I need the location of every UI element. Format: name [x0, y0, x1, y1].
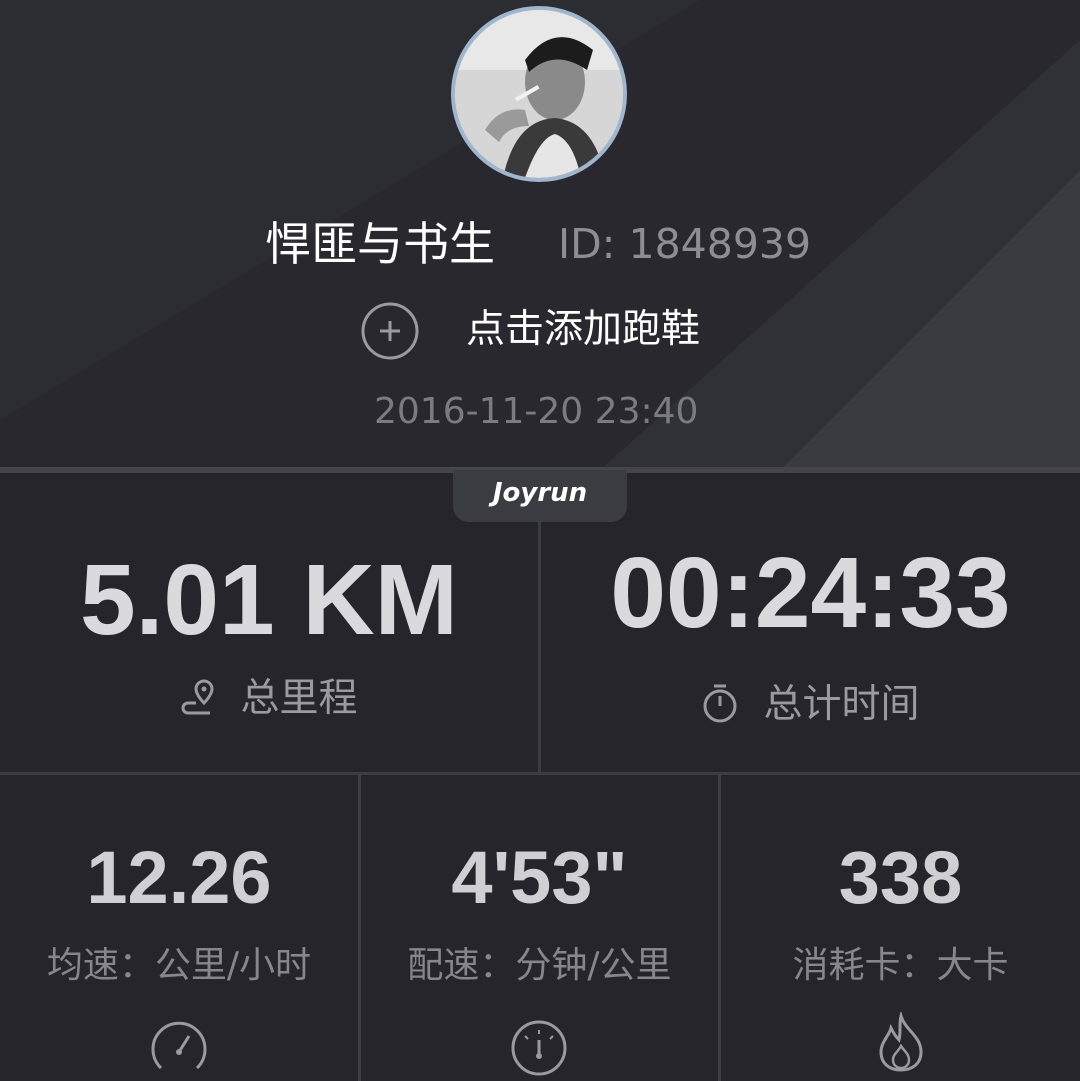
user-id: ID: 1848939 — [558, 220, 812, 268]
distance-label-row: 总里程 — [0, 674, 538, 724]
run-summary-screen: 悍匪与书生 ID: 1848939 点击添加跑鞋 2016-11-20 23:4… — [0, 0, 1080, 1081]
profile-header: 悍匪与书生 ID: 1848939 点击添加跑鞋 2016-11-20 23:4… — [0, 0, 1080, 470]
pace-value: 4'53" — [451, 836, 628, 919]
avatar[interactable] — [451, 6, 627, 182]
user-nickname: 悍匪与书生 — [265, 217, 495, 271]
speed-label: 均速：公里/小时 — [46, 945, 312, 986]
distance-value: 5.01 KM — [80, 544, 458, 656]
avatar-photo — [455, 10, 623, 178]
flame-icon — [879, 1012, 923, 1072]
grid-divider — [0, 772, 1080, 775]
pace-label: 配速：分钟/公里 — [407, 945, 672, 986]
gauge-icon — [511, 1020, 567, 1076]
speedometer-icon — [151, 1021, 207, 1070]
route-icon — [182, 679, 214, 715]
duration-label: 总计时间 — [763, 682, 920, 727]
grid-divider — [358, 775, 361, 1081]
calories-value: 338 — [838, 836, 963, 919]
stopwatch-icon — [703, 684, 737, 723]
distance-label: 总里程 — [240, 676, 358, 721]
calories-label: 消耗卡：大卡 — [792, 945, 1009, 986]
add-shoe-button[interactable]: 点击添加跑鞋 — [466, 300, 700, 360]
brand-logo-text: Joyrun — [492, 478, 588, 508]
grid-divider — [718, 775, 721, 1081]
run-datetime: 2016-11-20 23:40 — [374, 391, 699, 432]
speed-value: 12.26 — [86, 836, 272, 919]
add-circle-icon[interactable] — [360, 301, 420, 361]
brand-tab: Joyrun — [453, 470, 627, 522]
duration-value: 00:24:33 — [610, 537, 1011, 649]
duration-label-row: 总计时间 — [541, 680, 1080, 730]
